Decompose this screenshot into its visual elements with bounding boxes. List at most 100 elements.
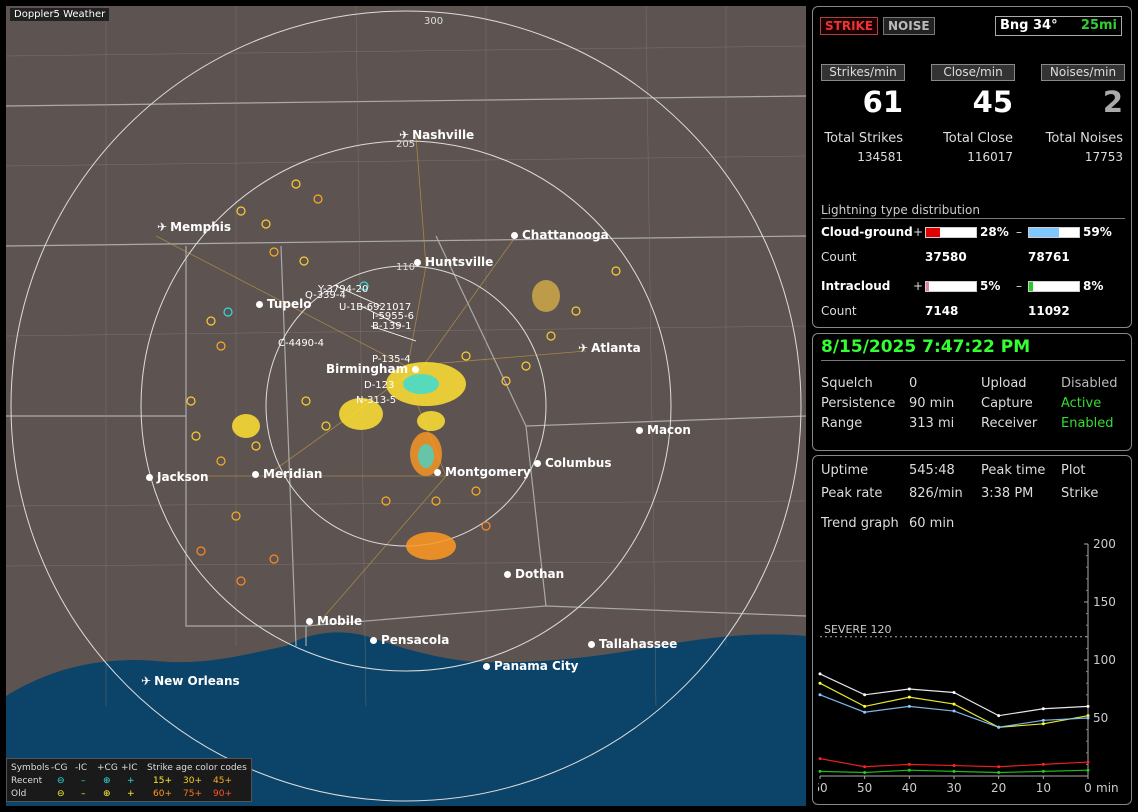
trend-data-point <box>1041 707 1045 711</box>
legend-neg-ic-label: -IC <box>75 762 88 773</box>
upload-status[interactable]: Disabled <box>1061 376 1117 391</box>
storm-label[interactable]: P-135-4 <box>372 354 410 365</box>
city-dothan[interactable]: Dothan <box>504 567 564 581</box>
plot-value[interactable]: Strike <box>1061 486 1098 501</box>
settings-panel: 8/15/2025 7:47:22 PM Squelch 0 Persisten… <box>812 333 1132 451</box>
upload-label: Upload <box>981 376 1027 391</box>
city-montgomery[interactable]: Montgomery <box>434 465 531 479</box>
x-tick-label: 40 <box>902 781 917 795</box>
trend-data-point <box>907 704 911 708</box>
strike-mode-button[interactable]: STRIKE <box>820 17 879 35</box>
trend-data-point <box>1041 762 1045 766</box>
peak-rate-value: 826/min <box>909 486 963 501</box>
city-columbus[interactable]: Columbus <box>534 456 612 470</box>
ic-negative-count: 11092 <box>1028 304 1070 318</box>
city-meridian[interactable]: Meridian <box>252 467 322 481</box>
distribution-title: Lightning type distribution <box>821 203 1125 219</box>
city-pensacola[interactable]: Pensacola <box>370 633 449 647</box>
city-dot-icon <box>534 460 541 467</box>
city-jackson[interactable]: Jackson <box>146 470 209 484</box>
city-memphis[interactable]: ✈ Memphis <box>157 220 231 234</box>
x-axis-unit: min <box>1096 781 1119 795</box>
x-tick-label: 0 <box>1084 781 1092 795</box>
uptime-value: 545:48 <box>909 463 955 478</box>
city-macon[interactable]: Macon <box>636 423 691 437</box>
close-per-min-label[interactable]: Close/min <box>931 64 1015 81</box>
legend-old-label: Old <box>11 788 27 799</box>
trend-data-point <box>1041 722 1045 726</box>
legend-recent-label: Recent <box>11 775 43 786</box>
total-strikes-value: 134581 <box>857 150 903 164</box>
squelch-label: Squelch <box>821 376 873 391</box>
cg-count-label: Count <box>821 250 857 264</box>
cg-plus-sign: + <box>913 225 924 239</box>
noises-per-min-label[interactable]: Noises/min <box>1041 64 1125 81</box>
legend-neg-cg-label: -CG <box>51 762 68 773</box>
storm-label[interactable]: C-4490-4 <box>278 338 324 349</box>
ic-negative-pct: 8% <box>1083 279 1104 293</box>
trend-data-point <box>907 695 911 699</box>
intracloud-label: Intracloud <box>821 279 891 293</box>
trend-data-point <box>952 764 956 768</box>
strikes-per-min-label[interactable]: Strikes/min <box>821 64 905 81</box>
trend-panel: Uptime 545:48 Peak time Plot Peak rate 8… <box>812 455 1132 805</box>
severe-threshold-label: SEVERE 120 <box>824 623 892 636</box>
age-30-label: 30+ <box>183 775 202 786</box>
cg-minus-sign: – <box>1016 225 1022 239</box>
city-atlanta[interactable]: ✈ Atlanta <box>578 341 641 355</box>
city-chattanooga[interactable]: Chattanooga <box>511 228 609 242</box>
city-dot-icon <box>412 366 420 373</box>
legend-pos-cg-label: +CG <box>97 762 118 773</box>
storm-label[interactable]: N-313-5 <box>356 395 396 406</box>
trend-graph-label: Trend graph <box>821 516 899 531</box>
map-canvas <box>6 6 806 806</box>
bearing-range-value: 25mi <box>1080 18 1117 33</box>
airport-icon: ✈ <box>141 674 152 688</box>
bearing-display[interactable]: Bng 34° 25mi <box>995 16 1122 36</box>
persistence-label: Persistence <box>821 396 896 411</box>
city-dot-icon <box>636 427 643 434</box>
ic-positive-fill <box>926 282 929 291</box>
cloud-ground-label: Cloud-ground <box>821 225 913 239</box>
city-nashville[interactable]: ✈ Nashville <box>399 128 474 142</box>
persistence-value[interactable]: 90 min <box>909 396 954 411</box>
storm-label[interactable]: D-123 <box>364 380 394 391</box>
storm-label[interactable]: Q-339-4 <box>305 290 346 301</box>
city-panama-city[interactable]: Panama City <box>483 659 578 673</box>
y-tick-label: 150 <box>1093 595 1116 609</box>
ic-positive-pct: 5% <box>980 279 1001 293</box>
trend-series-line <box>819 673 1089 717</box>
cg-positive-count: 37580 <box>925 250 967 264</box>
storm-label[interactable]: B-139-1 <box>372 321 412 332</box>
range-value[interactable]: 313 mi <box>909 416 954 431</box>
capture-status[interactable]: Active <box>1061 396 1101 411</box>
legend-pos-ic-label: +IC <box>121 762 138 773</box>
radar-map[interactable]: Doppler5 Weather 300 205 110 ✈ Nashville … <box>6 6 806 806</box>
city-mobile[interactable]: Mobile <box>306 614 362 628</box>
city-dot-icon <box>252 471 259 478</box>
trend-data-point <box>863 771 867 775</box>
cg-negative-pct: 59% <box>1083 225 1112 239</box>
legend-age-codes-label: Strike age color codes <box>147 762 247 773</box>
age-45-label: 45+ <box>213 775 232 786</box>
trend-data-point <box>818 757 822 761</box>
noise-mode-button[interactable]: NOISE <box>883 17 935 35</box>
city-tupelo[interactable]: Tupelo <box>256 297 312 311</box>
strikes-per-min-value: 61 <box>862 85 903 119</box>
current-datetime: 8/15/2025 7:47:22 PM <box>821 337 1125 361</box>
city-huntsville[interactable]: Huntsville <box>414 255 493 269</box>
city-new-orleans[interactable]: ✈ New Orleans <box>141 674 240 688</box>
city-tallahassee[interactable]: Tallahassee <box>588 637 677 651</box>
trend-data-point <box>818 672 822 676</box>
trend-data-point <box>907 687 911 691</box>
total-close-label: Total Close <box>943 131 1013 146</box>
trend-data-point <box>818 769 822 773</box>
trend-graph-value[interactable]: 60 min <box>909 516 954 531</box>
ring-label-inner: 110 <box>396 262 416 273</box>
squelch-value[interactable]: 0 <box>909 376 917 391</box>
x-tick-label: 30 <box>946 781 961 795</box>
ic-plus-sign: + <box>913 279 924 293</box>
total-noises-value: 17753 <box>1084 150 1123 164</box>
receiver-status[interactable]: Enabled <box>1061 416 1114 431</box>
trend-data-point <box>952 690 956 694</box>
